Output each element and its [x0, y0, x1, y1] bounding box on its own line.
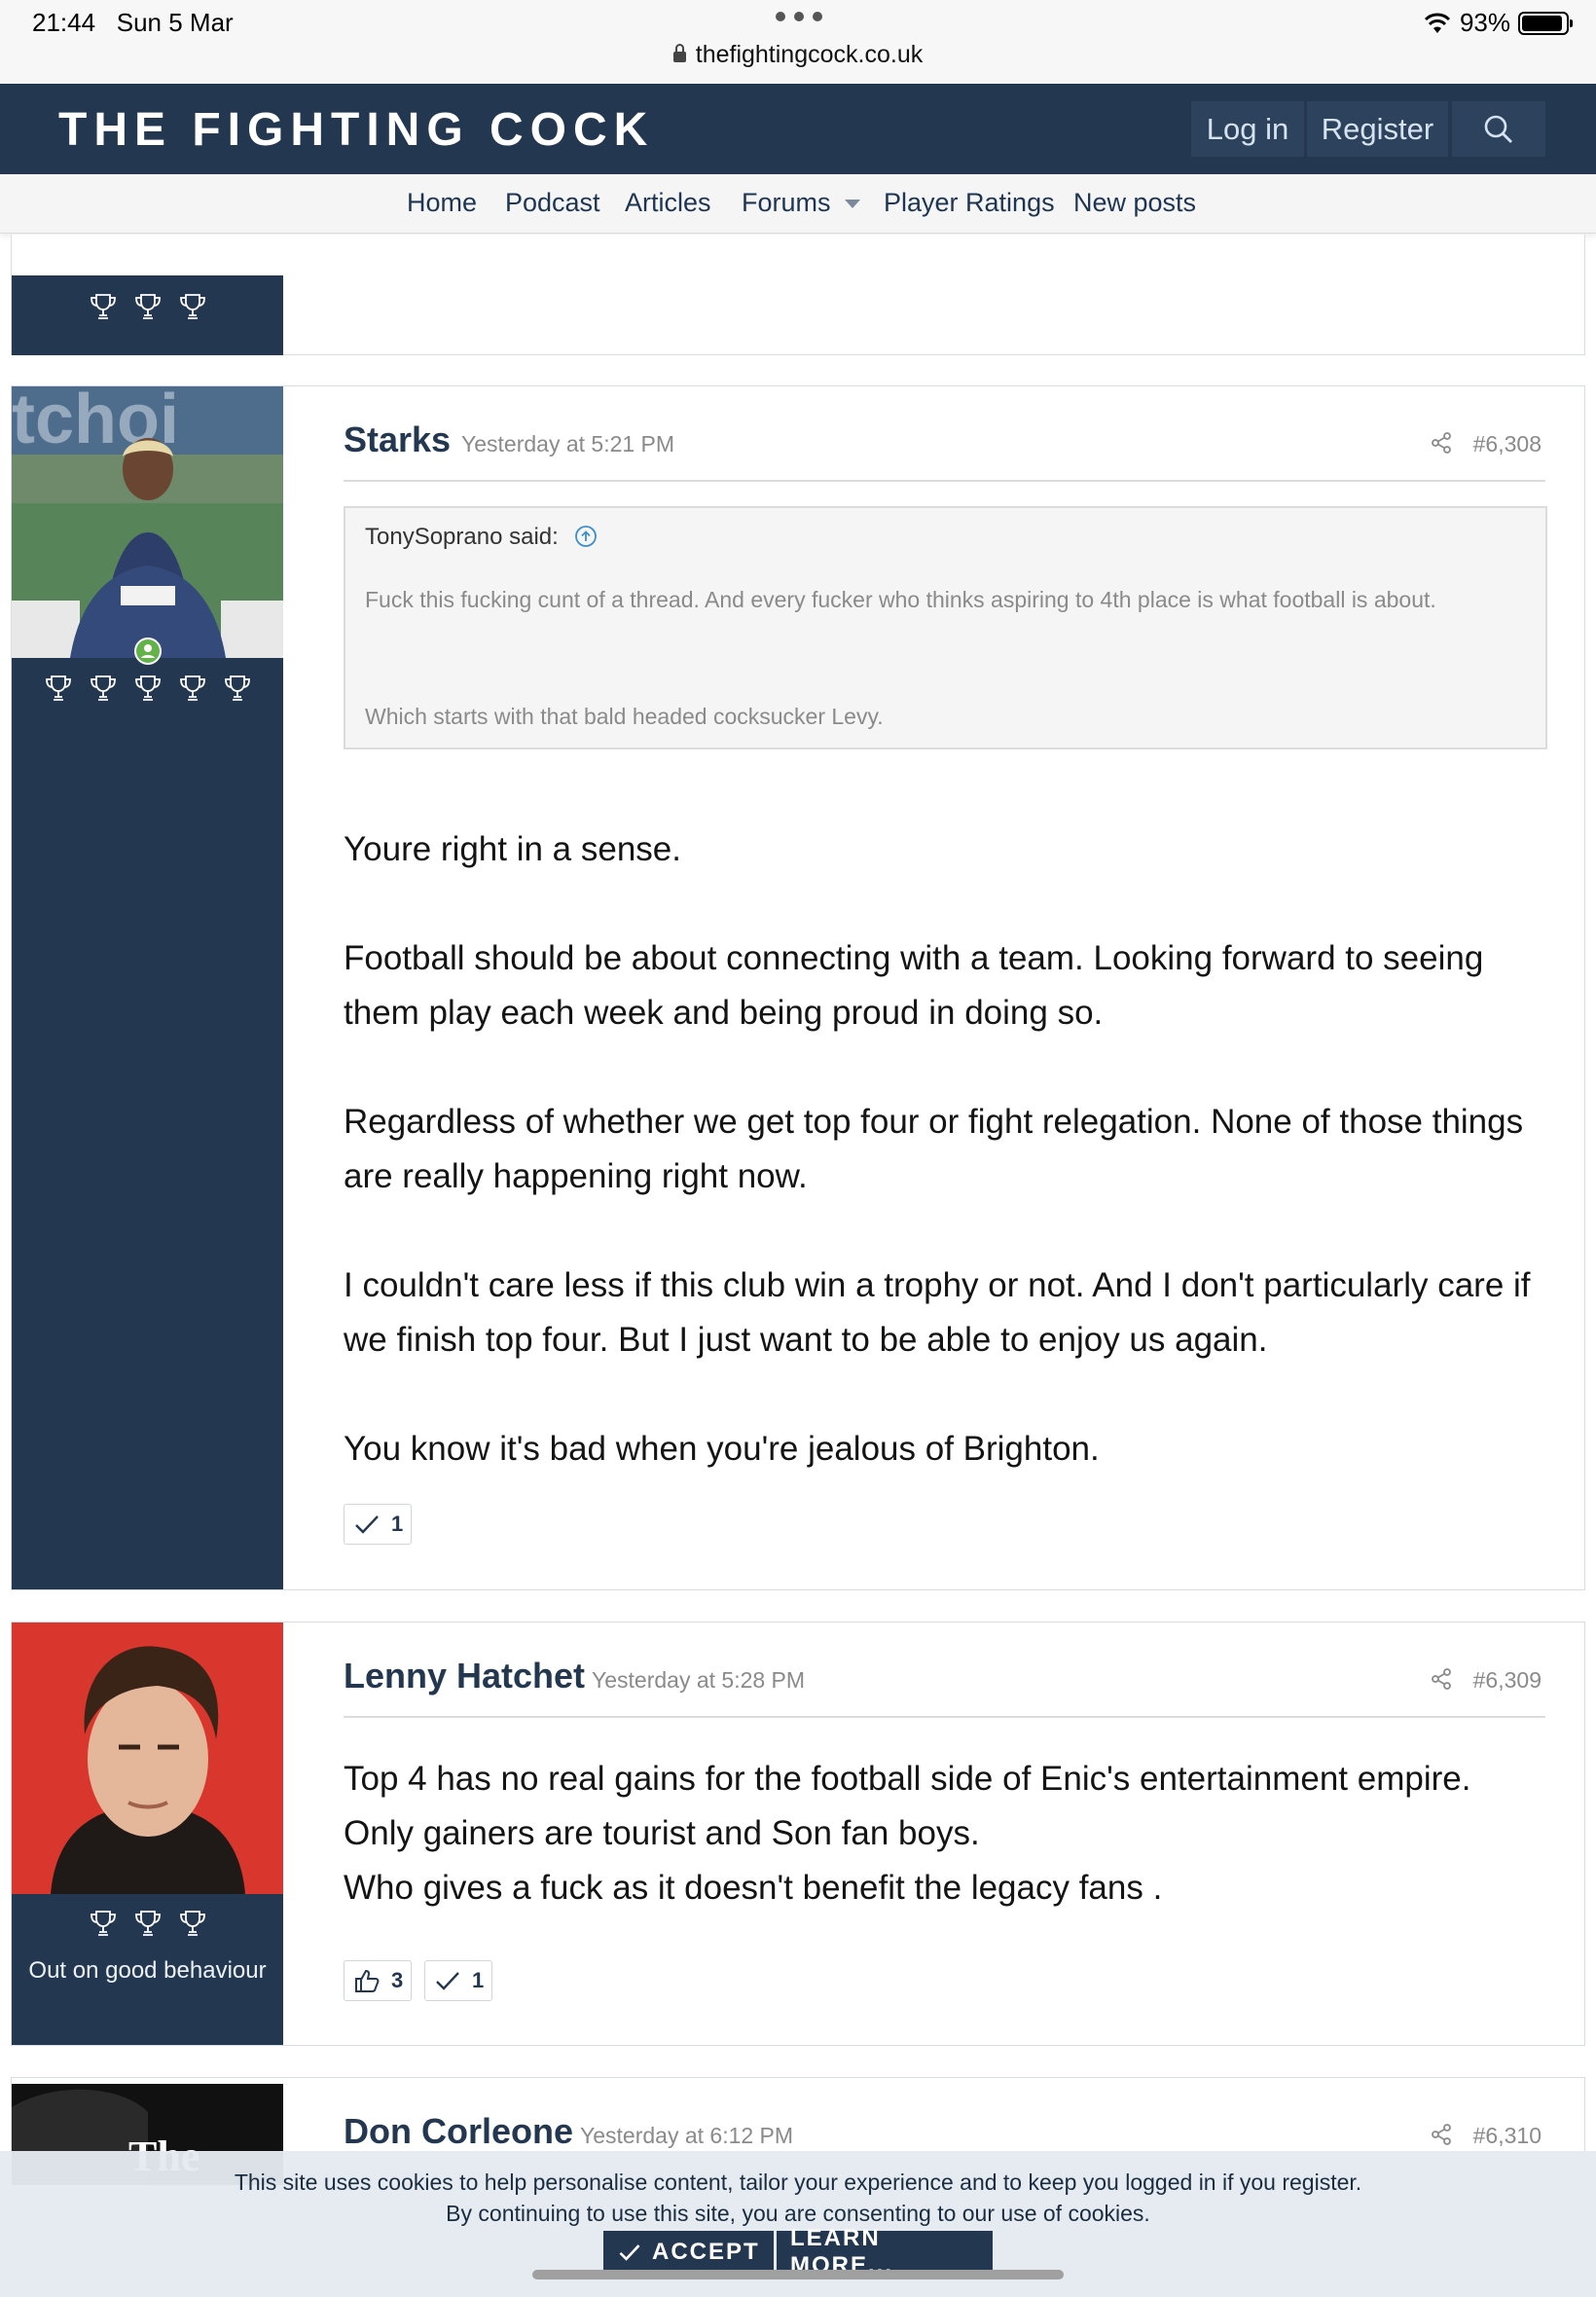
accept-cookies-button[interactable]: ACCEPT	[603, 2231, 774, 2274]
nav-forums[interactable]: Forums	[742, 188, 860, 218]
learn-more-button[interactable]: LEARN MORE...	[777, 2225, 993, 2279]
post-number[interactable]: #6,308	[1473, 431, 1542, 457]
checkmark-icon	[433, 1966, 462, 1995]
lock-icon	[672, 44, 686, 62]
reaction-count: 1	[391, 1512, 404, 1536]
reaction-like[interactable]: 3	[344, 1960, 413, 2001]
nav-new-posts[interactable]: New posts	[1073, 188, 1196, 218]
quote-author-name[interactable]: TonySoprano said:	[365, 524, 559, 550]
avatar-image	[12, 1622, 283, 1894]
trophy-icon	[88, 1908, 119, 1939]
post-paragraph: I couldn't care less if this club win a …	[344, 1266, 1541, 1359]
post-body: Top 4 has no real gains for the football…	[344, 1752, 1560, 1915]
reaction-count: 3	[391, 1968, 404, 1992]
post-body: Youre right in a sense. Football should …	[344, 822, 1560, 1477]
avatar-pointer	[283, 1652, 299, 1683]
battery-icon	[1518, 11, 1573, 35]
post-paragraph: Regardless of whether we get top four or…	[344, 1103, 1533, 1195]
post-timestamp[interactable]: Yesterday at 6:12 PM	[580, 2123, 793, 2149]
post-paragraph: Youre right in a sense.	[344, 830, 681, 868]
search-icon	[1484, 115, 1512, 143]
avatar-starks[interactable]: tchoi	[12, 386, 283, 658]
post-username[interactable]: Lenny Hatchet	[344, 1656, 585, 1696]
trophy-row	[12, 291, 283, 322]
post-header: Starks Yesterday at 5:21 PM #6,308	[344, 414, 1545, 482]
quote-author: TonySoprano said:	[365, 524, 598, 551]
home-indicator[interactable]	[532, 2270, 1064, 2279]
status-bar: 21:44 Sun 5 Mar thefightingcock.co.uk 93…	[0, 0, 1596, 84]
site-logo[interactable]: THE FIGHTING COCK	[58, 103, 654, 157]
post-username[interactable]: Starks	[344, 419, 451, 460]
cookie-line: This site uses cookies to help personali…	[234, 2169, 1362, 2195]
user-pane: tchoi	[12, 386, 299, 1589]
main-nav: Home Podcast Articles Forums Player Rati…	[0, 174, 1596, 234]
thumbs-up-icon	[352, 1966, 381, 1995]
chevron-down-icon[interactable]	[844, 200, 860, 208]
user-title: Out on good behaviour	[28, 1957, 267, 1984]
quote-line: Fuck this fucking cunt of a thread. And …	[365, 587, 1436, 612]
post-header: Lenny Hatchet Yesterday at 5:28 PM #6,30…	[344, 1650, 1545, 1718]
share-icon[interactable]	[1430, 1667, 1453, 1691]
trophy-icon	[177, 1908, 208, 1939]
trophy-icon	[177, 673, 208, 704]
quote-block: TonySoprano said: Fuck this fucking cunt…	[344, 506, 1547, 749]
nav-podcast[interactable]: Podcast	[505, 188, 600, 218]
user-pane	[12, 235, 283, 355]
wifi-icon	[1424, 13, 1451, 33]
quote-line: Which starts with that bald headed cocks…	[365, 704, 884, 729]
trophy-row	[12, 1908, 283, 1939]
nav-player-ratings[interactable]: Player Ratings	[884, 188, 1055, 218]
post-paragraph: You know it's bad when you're jealous of…	[344, 1430, 1100, 1468]
post-number[interactable]: #6,310	[1473, 2123, 1542, 2149]
trophy-icon	[222, 673, 253, 704]
trophy-icon	[88, 673, 119, 704]
avatar-lenny-hatchet[interactable]	[12, 1622, 283, 1894]
checkmark-icon	[619, 2244, 640, 2261]
post-previous	[11, 235, 1585, 355]
trophy-icon	[132, 291, 163, 322]
register-button[interactable]: Register	[1307, 101, 1448, 157]
nav-forums-label: Forums	[742, 188, 831, 217]
reaction-agree[interactable]: 1	[424, 1960, 493, 2001]
post-timestamp[interactable]: Yesterday at 5:21 PM	[461, 431, 674, 457]
post-paragraph: Football should be about connecting with…	[344, 939, 1494, 1032]
trophy-icon	[43, 673, 74, 704]
avatar-pointer	[283, 416, 299, 447]
trophy-icon	[132, 1908, 163, 1939]
battery-percent: 93%	[1459, 8, 1510, 37]
user-pane: Out on good behaviour	[12, 1622, 299, 2045]
share-icon[interactable]	[1430, 431, 1453, 455]
post-6309: Out on good behaviour Lenny Hatchet Yest…	[11, 1622, 1585, 2046]
quote-jump-icon[interactable]	[574, 525, 598, 548]
cookie-notice: This site uses cookies to help personali…	[0, 2167, 1596, 2229]
share-icon[interactable]	[1430, 2123, 1453, 2146]
nav-home[interactable]: Home	[407, 188, 477, 218]
post-paragraph: Top 4 has no real gains for the football…	[344, 1760, 1471, 1907]
trophy-icon	[88, 291, 119, 322]
checkmark-icon	[352, 1510, 381, 1539]
post-6308: tchoi Starks Yesterday at 5:21 PM #6,308…	[11, 385, 1585, 1590]
reaction-agree[interactable]: 1	[344, 1504, 413, 1545]
post-username[interactable]: Don Corleone	[344, 2111, 573, 2152]
accept-label: ACCEPT	[652, 2239, 760, 2265]
status-indicators: 93%	[1423, 8, 1573, 38]
search-button[interactable]	[1452, 101, 1545, 157]
url-text: thefightingcock.co.uk	[695, 41, 924, 68]
address-bar[interactable]: thefightingcock.co.uk	[0, 41, 1596, 69]
browser-more-dots[interactable]	[776, 12, 822, 21]
login-button[interactable]: Log in	[1191, 101, 1304, 157]
post-number[interactable]: #6,309	[1473, 1667, 1542, 1694]
trophy-icon	[177, 291, 208, 322]
trophy-row	[12, 673, 283, 704]
status-time: 21:44 Sun 5 Mar	[32, 8, 234, 37]
trophy-icon	[132, 673, 163, 704]
site-header: THE FIGHTING COCK Log in Register	[0, 84, 1596, 174]
post-timestamp[interactable]: Yesterday at 5:28 PM	[592, 1667, 805, 1694]
reaction-count: 1	[472, 1968, 485, 1992]
nav-articles[interactable]: Articles	[625, 188, 711, 218]
online-status-icon	[134, 638, 162, 665]
avatar-image: tchoi	[12, 386, 283, 658]
avatar-pointer	[283, 2107, 299, 2138]
